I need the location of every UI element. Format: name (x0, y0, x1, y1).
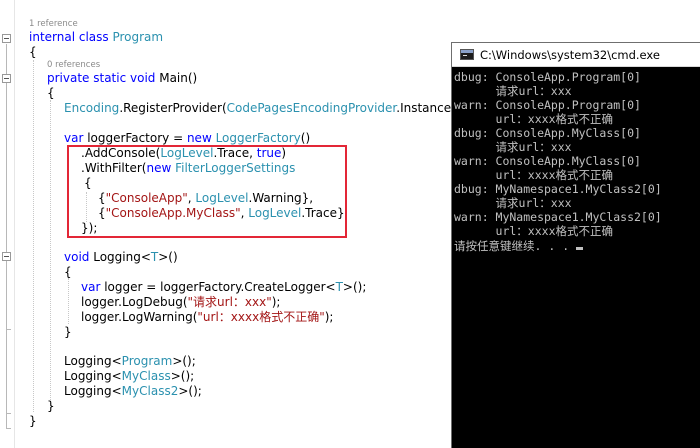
console-line: dbug: ConsoleApp.MyClass[0] (454, 126, 641, 140)
console-cursor (576, 247, 584, 250)
console-line: 请求url：xxx (454, 84, 572, 98)
console-window[interactable]: C:\Windows\system32\cmd.exe dbug: Consol… (451, 42, 700, 448)
console-line: url：xxxx格式不正确 (454, 112, 614, 126)
console-prompt-line: 请按任意键继续. . . (454, 239, 584, 253)
type-name: CodePagesEncodingProvider (226, 101, 397, 115)
code-text: >(); (342, 280, 367, 294)
keyword: var (64, 131, 88, 145)
indent-guide (33, 60, 34, 412)
string-literal: "url：xxxx格式不正确" (197, 310, 325, 324)
code-line[interactable]: { (64, 265, 72, 280)
fold-line-class (6, 44, 7, 428)
code-line[interactable]: private static void Main() (47, 71, 197, 86)
code-text: >(); (172, 354, 196, 368)
console-line: warn: ConsoleApp.MyClass[0] (454, 154, 641, 168)
type-name: Encoding (64, 101, 120, 115)
code-line[interactable]: { (29, 45, 37, 60)
code-line[interactable]: var loggerFactory = new LoggerFactory() (64, 131, 310, 146)
code-text: Logging< (93, 250, 151, 264)
code-line[interactable]: logger.LogDebug("请求url：xxx"); (81, 295, 280, 310)
console-line: dbug: MyNamespace1.MyClass2[0] (454, 182, 662, 196)
code-line[interactable]: Logging<Program>(); (64, 354, 196, 369)
keyword: var (81, 280, 105, 294)
code-text: >(); (170, 369, 195, 383)
code-line[interactable]: var logger = loggerFactory.CreateLogger<… (81, 280, 366, 295)
string-literal: "请求url：xxx" (187, 295, 272, 309)
console-prompt: 请按任意键继续. . . (454, 239, 577, 253)
code-text: >(); (178, 384, 202, 398)
type-name: MyClass (121, 369, 171, 383)
code-line[interactable]: Encoding.RegisterProvider(CodePagesEncod… (64, 101, 460, 116)
console-line: warn: ConsoleApp.Program[0] (454, 98, 641, 112)
type-name: MyClass2 (121, 384, 179, 398)
console-line: url：xxxx格式不正确 (454, 168, 614, 182)
console-titlebar[interactable]: C:\Windows\system32\cmd.exe (452, 43, 700, 67)
codelens-references[interactable]: 1 reference (29, 18, 78, 30)
code-text: Logging< (64, 369, 122, 383)
code-line[interactable]: Logging<MyClass>(); (64, 369, 194, 384)
code-text: ); (271, 295, 281, 309)
console-title: C:\Windows\system32\cmd.exe (480, 48, 660, 62)
code-line[interactable]: logger.LogWarning("url：xxxx格式不正确"); (81, 310, 333, 325)
console-window-icon (460, 49, 474, 60)
fold-end-main (6, 413, 11, 414)
code-text: logger.LogDebug( (81, 295, 188, 309)
console-line: url：xxxx格式不正确 (454, 224, 614, 238)
class-name: Program (112, 30, 164, 44)
code-line[interactable]: void Logging<T>() (64, 250, 178, 265)
collapse-logging-icon[interactable] (2, 252, 11, 261)
code-text: .RegisterProvider( (119, 101, 227, 115)
collapse-main-icon[interactable] (2, 74, 11, 83)
code-text: logger.LogWarning( (81, 310, 198, 324)
code-line[interactable]: internal class Program (29, 30, 163, 45)
keyword: void (64, 250, 94, 264)
method-name: Main() (159, 71, 198, 85)
codelens-references[interactable]: 0 references (47, 59, 100, 71)
console-line: dbug: ConsoleApp.Program[0] (454, 70, 641, 84)
code-text: () (300, 131, 311, 145)
console-line: warn: MyNamespace1.MyClass2[0] (454, 210, 662, 224)
collapse-class-icon[interactable] (2, 34, 11, 43)
code-text: loggerFactory = (87, 131, 187, 145)
code-line[interactable]: } (64, 325, 72, 340)
highlight-annotation-box (67, 145, 347, 238)
console-line: 请求url：xxx (454, 196, 572, 210)
keyword: private static void (47, 71, 160, 85)
indent-guide (50, 100, 51, 408)
code-text: >() (158, 250, 178, 264)
code-text: logger = loggerFactory.CreateLogger< (104, 280, 336, 294)
editor-gutter (14, 0, 15, 448)
console-output[interactable]: dbug: ConsoleApp.Program[0] 请求url：xxx wa… (452, 67, 700, 448)
type-name: T (335, 280, 343, 294)
code-line[interactable]: { (47, 86, 55, 101)
code-line[interactable]: } (47, 399, 55, 414)
code-text: Logging< (64, 384, 122, 398)
keyword: internal class (29, 30, 113, 44)
fold-end-logging (6, 329, 11, 330)
fold-end-class (6, 428, 11, 429)
code-text: Logging< (64, 354, 122, 368)
indent-guide (68, 278, 69, 324)
code-text: ); (324, 310, 334, 324)
code-line[interactable]: } (29, 414, 37, 429)
code-line[interactable]: Logging<MyClass2>(); (64, 384, 202, 399)
keyword: new (186, 131, 216, 145)
console-line: 请求url：xxx (454, 140, 572, 154)
type-name: LoggerFactory (215, 131, 301, 145)
type-name: Program (121, 354, 173, 368)
